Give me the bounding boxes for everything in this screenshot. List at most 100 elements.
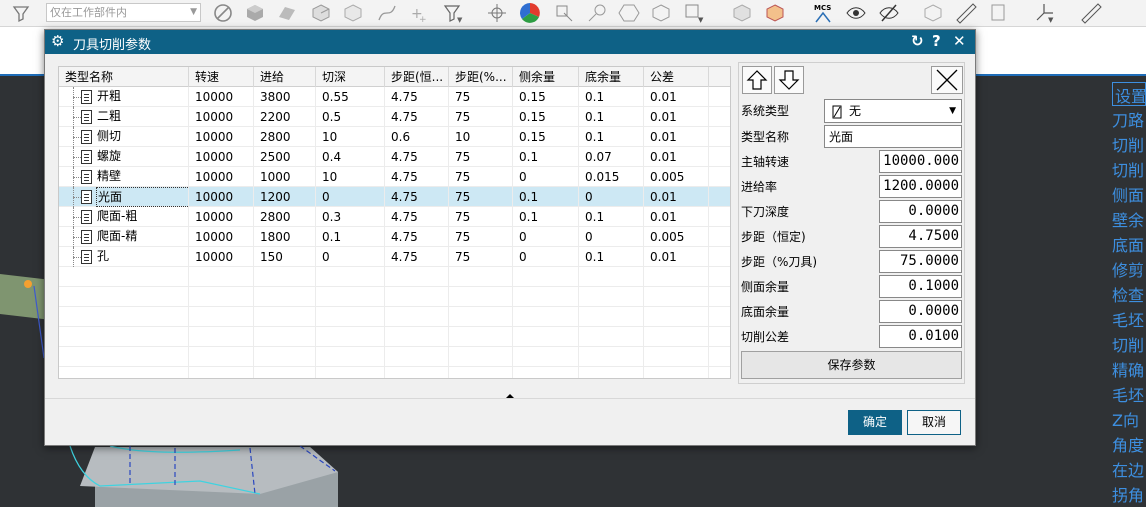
move-down-button[interactable] — [774, 66, 804, 94]
collapse-arrow-icon[interactable] — [505, 389, 515, 398]
row-speed: 10000 — [189, 127, 254, 147]
hexagon-icon[interactable] — [618, 2, 640, 24]
floor-stock-field[interactable]: 0.0000 — [879, 300, 962, 323]
svg-text:+: + — [419, 15, 427, 24]
snap-view-icon[interactable] — [486, 2, 508, 24]
ok-button[interactable]: 确定 — [848, 410, 902, 435]
face-icon[interactable] — [310, 2, 332, 24]
spindle-speed-field[interactable]: 10000.000 — [879, 150, 962, 173]
origin-point — [24, 280, 32, 288]
table-row[interactable]: 开粗 10000 3800 0.55 4.75 75 0.15 0.1 0.01 — [59, 87, 730, 107]
header-tolerance[interactable]: 公差 — [644, 67, 709, 87]
side-panel-item[interactable]: 在边 — [1112, 457, 1146, 481]
table-row[interactable]: 爬面-粗 10000 2800 0.3 4.75 75 0.1 0.1 0.01 — [59, 207, 730, 227]
header-stepover[interactable]: 步距(恒... — [385, 67, 449, 87]
move-object-icon[interactable] — [553, 2, 575, 24]
header-type-name[interactable]: 类型名称 — [59, 67, 189, 87]
cube-select-icon[interactable] — [650, 2, 672, 24]
side-panel-item[interactable]: 检查 — [1112, 282, 1146, 306]
mcs-icon[interactable]: MCS — [812, 2, 834, 24]
curve-icon[interactable] — [376, 2, 398, 24]
measure-icon[interactable] — [586, 2, 608, 24]
table-row[interactable]: 精壁 10000 1000 10 4.75 75 0 0.015 0.005 — [59, 167, 730, 187]
stepover-field[interactable]: 4.7500 — [879, 225, 962, 248]
cut-depth-field[interactable]: 0.0000 — [879, 200, 962, 223]
empty-cell — [579, 367, 644, 378]
help-icon[interactable]: ? — [932, 32, 941, 50]
empty-cell — [254, 307, 316, 327]
side-panel-item[interactable]: Z向 — [1112, 407, 1146, 431]
move-up-button[interactable] — [742, 66, 772, 94]
header-stepover-percent[interactable]: 步距(%... — [449, 67, 513, 87]
selection-scope-dropdown[interactable]: 仅在工作部件内 ▼ — [46, 3, 201, 22]
row-type-name: 开粗 — [59, 87, 189, 107]
side-panel-item[interactable]: 修剪 — [1112, 257, 1146, 281]
show-eye-icon[interactable] — [845, 2, 867, 24]
dialog-title-bar[interactable]: ⚙ 刀具切削参数 ↻ ? ✕ — [45, 30, 975, 54]
measure-distance-icon[interactable] — [1080, 2, 1102, 24]
filter-icon[interactable] — [10, 2, 32, 24]
side-panel-item[interactable]: 切削 — [1112, 132, 1146, 156]
side-panel-item[interactable]: 底面 — [1112, 232, 1146, 256]
header-depth[interactable]: 切深 — [316, 67, 385, 87]
side-panel-item[interactable]: 切削 — [1112, 157, 1146, 181]
wireframe-cube-icon[interactable] — [764, 2, 786, 24]
body-face-icon[interactable] — [342, 2, 364, 24]
tool-parameter-table[interactable]: 类型名称 转速 进给 切深 步距(恒... 步距(%... 侧余量 底余量 公差 开粗 10000… — [58, 66, 731, 379]
sheet-body-icon[interactable] — [276, 2, 298, 24]
header-feed[interactable]: 进给 — [254, 67, 316, 87]
shaded-cube-icon[interactable] — [731, 2, 753, 24]
header-floor-stock[interactable]: 底余量 — [579, 67, 644, 87]
row-side-stock: 0 — [513, 247, 579, 267]
delete-button[interactable] — [931, 66, 963, 94]
reset-icon[interactable]: ↻ — [911, 32, 924, 50]
deselect-icon[interactable] — [212, 2, 234, 24]
row-floor-stock: 0.1 — [579, 207, 644, 227]
table-row[interactable]: 爬面-精 10000 1800 0.1 4.75 75 0 0 0.005 — [59, 227, 730, 247]
side-panel-item[interactable]: 壁余 — [1112, 207, 1146, 231]
ruler-icon[interactable] — [955, 2, 977, 24]
side-panel-item[interactable]: 切削 — [1112, 332, 1146, 356]
side-panel-item[interactable]: 拐角 — [1112, 482, 1146, 506]
tree-branch — [73, 137, 81, 138]
cut-depth-label: 下刀深度 — [741, 205, 790, 219]
table-row[interactable]: 侧切 10000 2800 10 0.6 10 0.15 0.1 0.01 — [59, 127, 730, 147]
color-wheel-icon[interactable] — [519, 2, 541, 24]
row-stepover-pct: 75 — [449, 87, 513, 107]
row-stepover: 4.75 — [385, 147, 449, 167]
axis-triad-icon[interactable]: ▼ — [1033, 2, 1055, 24]
table-row[interactable]: 光面 10000 1200 0 4.75 75 0.1 0 0.01 — [59, 187, 730, 207]
side-stock-field[interactable]: 0.1000 — [879, 275, 962, 298]
system-type-select[interactable]: 无 ▼ — [824, 99, 962, 123]
side-panel-item-settings[interactable]: 设置 — [1112, 82, 1146, 106]
row-name-text: 螺旋 — [97, 149, 122, 163]
side-panel-item[interactable]: 侧面 — [1112, 182, 1146, 206]
side-panel-item[interactable]: 角度 — [1112, 432, 1146, 456]
stepover-percent-field[interactable]: 75.0000 — [879, 250, 962, 273]
side-panel-item[interactable]: 精确 — [1112, 357, 1146, 381]
layer-cube-icon[interactable] — [922, 2, 944, 24]
header-side-stock[interactable]: 侧余量 — [513, 67, 579, 87]
table-row[interactable]: 孔 10000 150 0 4.75 75 0 0.1 0.01 — [59, 247, 730, 267]
type-name-field[interactable] — [824, 125, 962, 148]
cut-tolerance-field[interactable]: 0.0100 — [879, 325, 962, 348]
hide-eye-icon[interactable] — [878, 2, 900, 24]
close-icon[interactable]: ✕ — [953, 32, 966, 50]
row-feed: 150 — [254, 247, 316, 267]
side-panel-item[interactable]: 刀路 — [1112, 107, 1146, 131]
property-icon[interactable] — [988, 2, 1010, 24]
solid-body-icon[interactable] — [244, 2, 266, 24]
side-panel-item[interactable]: 毛坯 — [1112, 307, 1146, 331]
save-parameters-button[interactable]: 保存参数 — [741, 351, 962, 379]
cancel-button[interactable]: 取消 — [907, 410, 961, 435]
point-icon[interactable]: + + — [408, 2, 430, 25]
side-panel-item[interactable]: 毛坯 — [1112, 382, 1146, 406]
table-row[interactable]: 螺旋 10000 2500 0.4 4.75 75 0.1 0.07 0.01 — [59, 147, 730, 167]
feed-rate-field[interactable]: 1200.0000 — [879, 175, 962, 198]
box-select-icon[interactable]: ▼ — [683, 2, 705, 24]
filter-funnel-icon[interactable]: ▼ — [442, 2, 464, 24]
row-floor-stock: 0.015 — [579, 167, 644, 187]
header-speed[interactable]: 转速 — [189, 67, 254, 87]
table-row[interactable]: 二粗 10000 2200 0.5 4.75 75 0.15 0.1 0.01 — [59, 107, 730, 127]
empty-cell — [449, 347, 513, 367]
